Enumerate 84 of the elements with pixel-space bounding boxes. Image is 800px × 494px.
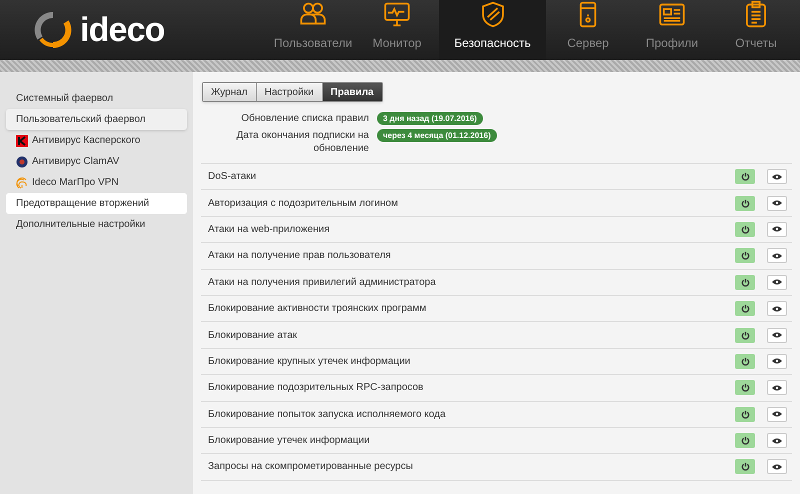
power-icon bbox=[740, 278, 750, 287]
nav-tab[interactable]: Профили bbox=[630, 0, 714, 60]
rule-name: Атаки на получения привилегий администратора bbox=[208, 276, 437, 290]
power-icon bbox=[740, 410, 750, 419]
rule-name: DoS-атаки bbox=[208, 170, 258, 184]
power-icon bbox=[740, 198, 750, 208]
view-button[interactable] bbox=[767, 248, 787, 264]
rule-name: Блокирование подозрительных RPC-запросов bbox=[208, 381, 424, 396]
nav-tab[interactable]: Монитор bbox=[355, 0, 439, 60]
rule-name: Блокирование попыток запуска исполняемого кода bbox=[208, 408, 447, 422]
nav-tab[interactable]: Отчеты bbox=[714, 0, 798, 60]
power-toggle[interactable] bbox=[735, 274, 755, 290]
status-badge: через 4 месяца (01.12.2016) bbox=[377, 129, 497, 142]
power-icon bbox=[740, 251, 750, 260]
view-button[interactable] bbox=[767, 274, 787, 290]
nav-tab[interactable]: Пользователи bbox=[271, 0, 355, 60]
power-icon bbox=[740, 356, 750, 366]
sidebar-item[interactable]: Антивирус ClamAV bbox=[6, 151, 187, 172]
rule-name: Атаки на получение прав пользователя bbox=[208, 249, 392, 264]
power-toggle[interactable] bbox=[735, 328, 755, 343]
info-label: Дата окончания подписки на обновление bbox=[235, 129, 369, 155]
sidebar-item[interactable]: Системный фаервол bbox=[6, 88, 187, 109]
view-button[interactable] bbox=[767, 196, 787, 211]
power-icon bbox=[740, 462, 750, 472]
power-toggle[interactable] bbox=[735, 301, 755, 316]
power-toggle[interactable] bbox=[735, 248, 755, 264]
power-icon bbox=[740, 330, 750, 340]
power-icon bbox=[740, 436, 750, 446]
view-button[interactable] bbox=[767, 169, 787, 184]
eye-icon bbox=[772, 438, 782, 444]
view-button[interactable] bbox=[767, 222, 787, 237]
power-toggle[interactable] bbox=[735, 406, 755, 422]
power-toggle[interactable] bbox=[735, 433, 755, 448]
tab[interactable]: Журнал bbox=[203, 83, 256, 101]
power-toggle[interactable] bbox=[735, 169, 755, 184]
view-button[interactable] bbox=[767, 301, 787, 316]
rule-name: Авторизация с подозрительным логином bbox=[208, 196, 399, 211]
sidebar-item[interactable]: Предотвращение вторжений bbox=[6, 193, 187, 214]
power-toggle[interactable] bbox=[735, 196, 755, 211]
sidebar-item[interactable]: Дополнительные настройки bbox=[6, 214, 187, 235]
view-button[interactable] bbox=[767, 354, 787, 369]
k-letter-icon bbox=[16, 134, 28, 146]
rule-name: Блокирование крупных утечек информации bbox=[208, 354, 412, 369]
eye-icon bbox=[772, 279, 782, 286]
rule-name: Блокирование утечек информации bbox=[208, 434, 371, 448]
view-button[interactable] bbox=[767, 380, 787, 396]
eye-icon bbox=[772, 226, 782, 232]
eye-icon bbox=[772, 174, 782, 180]
globe-icon bbox=[16, 156, 28, 168]
info-label: Обновление списка правил bbox=[240, 112, 369, 125]
rule-name: Запросы на скомпрометированные ресурсы bbox=[208, 460, 414, 474]
power-toggle[interactable] bbox=[735, 459, 755, 474]
fingerprint-icon bbox=[16, 176, 28, 189]
rule-name: Блокирование атак bbox=[208, 328, 298, 343]
power-icon bbox=[740, 224, 750, 234]
tab[interactable]: Правила bbox=[322, 83, 382, 101]
rule-name: Блокирование активности троянских программ bbox=[208, 302, 428, 316]
power-toggle[interactable] bbox=[735, 222, 755, 237]
sidebar-item[interactable]: Ideco МагПро VPN bbox=[6, 172, 187, 193]
sidebar-item[interactable]: Пользовательский фаервол bbox=[6, 109, 187, 130]
sidebar-item[interactable]: Антивирус Касперского bbox=[6, 130, 187, 151]
logo-text: ideco bbox=[80, 13, 165, 47]
power-toggle[interactable] bbox=[735, 354, 755, 369]
view-button[interactable] bbox=[767, 433, 787, 448]
view-button[interactable] bbox=[767, 459, 787, 474]
eye-icon bbox=[772, 200, 782, 206]
eye-icon bbox=[772, 411, 782, 418]
tab[interactable]: Настройки bbox=[256, 83, 322, 101]
power-toggle[interactable] bbox=[735, 380, 755, 396]
eye-icon bbox=[772, 332, 782, 338]
eye-icon bbox=[772, 306, 782, 312]
view-button[interactable] bbox=[767, 328, 787, 343]
view-button[interactable] bbox=[767, 406, 787, 422]
nav-tab[interactable]: Сервер bbox=[546, 0, 630, 60]
eye-icon bbox=[772, 384, 782, 391]
power-icon bbox=[740, 304, 750, 314]
power-icon bbox=[740, 383, 750, 392]
eye-icon bbox=[772, 252, 782, 259]
rule-name: Атаки на web-приложения bbox=[208, 222, 330, 237]
power-icon bbox=[740, 172, 750, 182]
eye-icon bbox=[772, 464, 782, 470]
logo-icon bbox=[34, 11, 72, 49]
eye-icon bbox=[772, 358, 782, 364]
status-badge: 3 дня назад (19.07.2016) bbox=[377, 112, 483, 125]
